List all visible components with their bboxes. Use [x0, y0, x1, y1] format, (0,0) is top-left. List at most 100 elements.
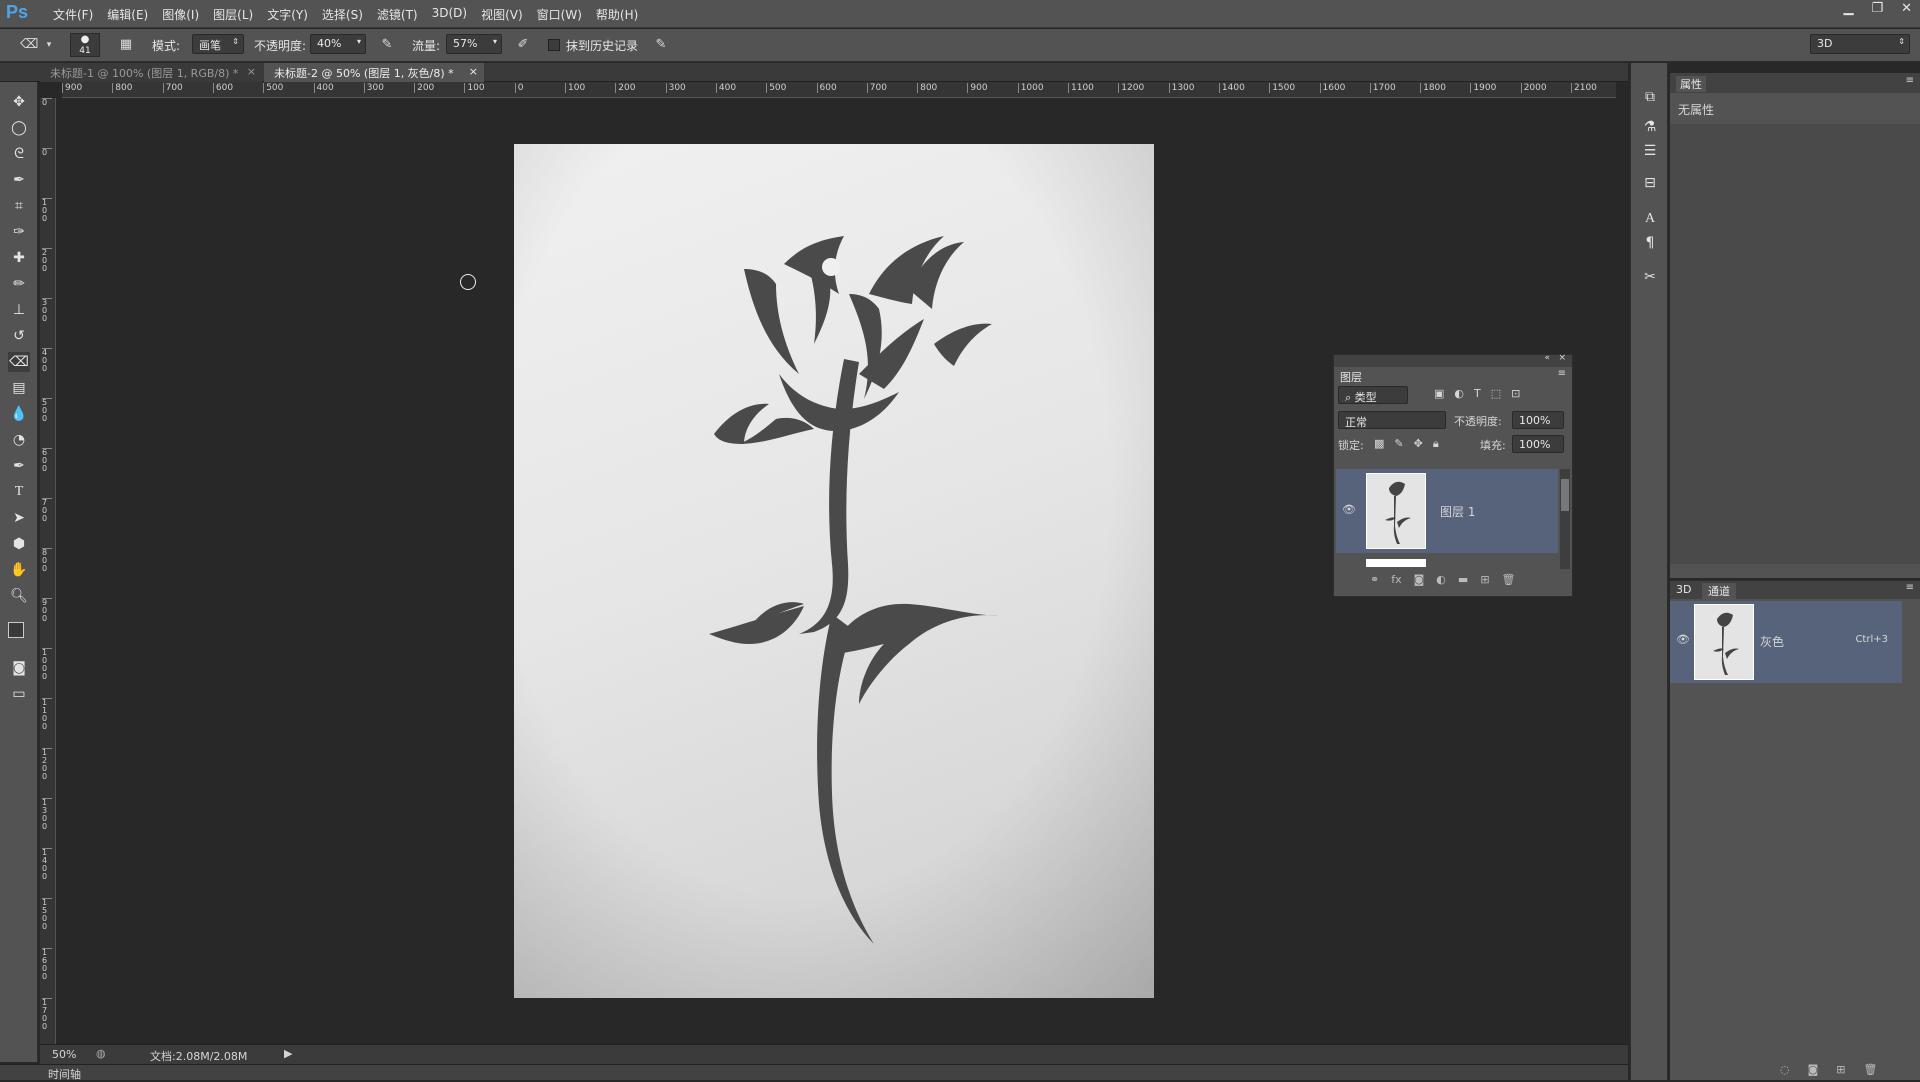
minimize-icon[interactable]: ▁ — [1843, 1, 1853, 16]
brush-panel-icon[interactable]: ▦ — [117, 36, 135, 54]
blend-mode-select[interactable]: 正常 — [1338, 411, 1446, 429]
lock-all-icon[interactable]: 🔒︎ — [1433, 437, 1439, 451]
screen-mode-icon[interactable]: ▭ — [8, 684, 30, 704]
shape-tool-icon[interactable]: ⬢ — [8, 534, 30, 554]
healing-brush-tool-icon[interactable]: ✚ — [8, 248, 30, 268]
folder-icon[interactable]: ▬ — [1458, 573, 1468, 586]
gradient-tool-icon[interactable]: ▤ — [8, 378, 30, 398]
menu-help[interactable]: 帮助(H) — [589, 6, 645, 23]
visibility-eye-icon[interactable]: 👁︎ — [1342, 503, 1356, 516]
brush-preset-picker[interactable]: ● 41 — [70, 33, 100, 57]
eraser-tool-icon[interactable]: ⌫ — [20, 36, 38, 54]
blur-tool-icon[interactable]: 💧 — [8, 404, 30, 424]
menu-filter[interactable]: 滤镜(T) — [370, 6, 425, 23]
marquee-tool-icon[interactable]: ◯ — [8, 118, 30, 138]
document-canvas[interactable] — [514, 144, 1154, 998]
menu-select[interactable]: 选择(S) — [315, 6, 370, 23]
tool-preset-arrow-icon[interactable]: ▾ — [40, 36, 58, 54]
pressure-size-icon[interactable]: ✎ — [652, 36, 670, 54]
layer-row[interactable]: 👁︎ 图层 1 — [1336, 469, 1558, 553]
adjustment-icon[interactable]: ◐ — [1436, 573, 1446, 586]
crop-tool-icon[interactable]: ⌗ — [8, 196, 30, 216]
fx-icon[interactable]: fx — [1391, 573, 1401, 586]
channel-row[interactable]: 👁︎ 灰色 Ctrl+3 — [1670, 601, 1902, 683]
quick-select-tool-icon[interactable]: ✒ — [8, 170, 30, 190]
properties-panel-icon[interactable]: ☰ — [1639, 141, 1661, 161]
quick-mask-icon[interactable]: ◙ — [8, 658, 30, 678]
panel-titlebar[interactable]: « × — [1334, 353, 1572, 367]
opacity-field[interactable]: 40% ▾ — [310, 34, 366, 54]
pressure-opacity-icon[interactable]: ✎ — [378, 36, 396, 54]
adjustments-panel-icon[interactable]: ⚗ — [1639, 117, 1661, 137]
workspace-select[interactable]: 3D ⇕ — [1810, 34, 1910, 54]
paragraph-panel-icon[interactable]: ¶ — [1639, 233, 1661, 253]
type-filter-icon[interactable]: T — [1474, 387, 1481, 400]
layer-comps-icon[interactable]: ⊟ — [1639, 173, 1661, 193]
layer-name[interactable]: 图层 1 — [1440, 503, 1475, 520]
clone-stamp-tool-icon[interactable]: ⊥ — [8, 300, 30, 320]
flow-field[interactable]: 57% ▾ — [446, 34, 502, 54]
history-panel-icon[interactable]: ⧉ — [1639, 87, 1661, 107]
fill-field[interactable]: 100% — [1512, 435, 1564, 453]
lasso-tool-icon[interactable]: ᘓ — [8, 144, 30, 164]
hand-tool-icon[interactable]: ✋ — [8, 560, 30, 580]
save-selection-icon[interactable]: ◙ — [1808, 1063, 1819, 1076]
close-tab-icon[interactable]: × — [247, 65, 256, 78]
menu-type[interactable]: 文字(Y) — [260, 6, 315, 23]
load-selection-icon[interactable]: ◌ — [1780, 1063, 1790, 1076]
menu-layer[interactable]: 图层(L) — [206, 6, 260, 23]
close-icon[interactable]: ✕ — [1901, 1, 1912, 16]
lock-transparent-icon[interactable]: ▩ — [1374, 437, 1384, 451]
smart-filter-icon[interactable]: ⊡ — [1511, 387, 1520, 400]
close-tab-icon[interactable]: × — [469, 65, 478, 78]
history-brush-tool-icon[interactable]: ↺ — [8, 326, 30, 346]
menu-image[interactable]: 图像(I) — [155, 6, 206, 23]
airbrush-icon[interactable]: ✐ — [514, 36, 532, 54]
layers-tab[interactable]: 图层 — [1340, 369, 1362, 385]
shape-filter-icon[interactable]: ⬚ — [1491, 387, 1501, 400]
move-tool-icon[interactable]: ✥ — [8, 92, 30, 112]
link-icon[interactable]: ⚭ — [1370, 573, 1379, 586]
tab-document-2[interactable]: 未标题-2 @ 50% (图层 1, 灰色/8) * × — [264, 63, 484, 82]
mask-icon[interactable]: ◙ — [1414, 573, 1425, 586]
zoom-tool-icon[interactable]: 🔍︎ — [8, 586, 30, 606]
tool-presets-icon[interactable]: ✂ — [1639, 267, 1661, 287]
tab-3d[interactable]: 3D — [1676, 583, 1691, 596]
panel-menu-icon[interactable]: ≡ — [1558, 368, 1566, 379]
new-channel-icon[interactable]: ⊞ — [1836, 1063, 1845, 1076]
panel-menu-icon[interactable]: ≡ — [1906, 75, 1914, 86]
character-panel-icon[interactable]: A — [1639, 209, 1661, 229]
dodge-tool-icon[interactable]: ◔ — [8, 430, 30, 450]
tab-channels[interactable]: 通道 — [1702, 583, 1736, 599]
menu-window[interactable]: 窗口(W) — [530, 6, 589, 23]
panel-menu-icon[interactable]: ≡ — [1906, 582, 1914, 593]
tab-document-1[interactable]: 未标题-1 @ 100% (图层 1, RGB/8) * × — [40, 63, 262, 82]
status-menu-icon[interactable]: ◍ — [96, 1047, 106, 1060]
layer-filter-select[interactable]: ⌕ 类型 — [1338, 386, 1408, 404]
collapse-icon[interactable]: « — [1544, 353, 1550, 363]
eyedropper-tool-icon[interactable]: ✑ — [8, 222, 30, 242]
layers-scrollbar[interactable] — [1560, 469, 1570, 569]
trash-icon[interactable]: 🗑︎ — [1864, 1063, 1878, 1076]
trash-icon[interactable]: 🗑︎ — [1502, 573, 1516, 586]
pen-tool-icon[interactable]: ✒ — [8, 456, 30, 476]
close-icon[interactable]: × — [1558, 353, 1566, 363]
brush-tool-icon[interactable]: ✏ — [8, 274, 30, 294]
type-tool-icon[interactable]: T — [8, 482, 30, 502]
pixel-filter-icon[interactable]: ▣ — [1434, 387, 1444, 400]
visibility-eye-icon[interactable]: 👁︎ — [1676, 633, 1690, 646]
menu-3d[interactable]: 3D(D) — [425, 6, 474, 23]
menu-file[interactable]: 文件(F) — [46, 6, 100, 23]
lock-paint-icon[interactable]: ✎ — [1394, 437, 1403, 451]
lock-position-icon[interactable]: ✥ — [1414, 437, 1423, 451]
eraser-tool-icon[interactable]: ⌫ — [8, 352, 30, 372]
path-select-tool-icon[interactable]: ➤ — [8, 508, 30, 528]
foreground-color-swatch[interactable] — [8, 622, 24, 638]
zoom-level[interactable]: 50% — [52, 1048, 76, 1061]
menu-view[interactable]: 视图(V) — [474, 6, 530, 23]
restore-icon[interactable]: ❐ — [1871, 1, 1883, 16]
mode-select[interactable]: 画笔 ⇕ — [192, 34, 244, 54]
history-checkbox[interactable] — [548, 39, 560, 51]
menu-edit[interactable]: 编辑(E) — [100, 6, 155, 23]
status-arrow-icon[interactable]: ▶ — [284, 1047, 292, 1060]
